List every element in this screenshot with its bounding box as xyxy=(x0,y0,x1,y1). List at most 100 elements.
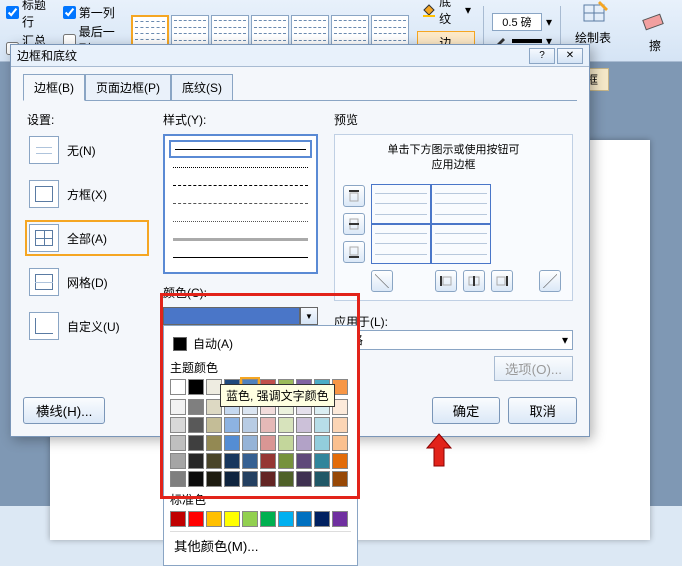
style-solid[interactable] xyxy=(169,140,312,158)
color-swatch[interactable] xyxy=(296,511,312,527)
color-swatch[interactable] xyxy=(314,511,330,527)
check-first-col[interactable]: 第一列 xyxy=(63,4,123,21)
border-top-button[interactable] xyxy=(343,185,365,207)
color-swatch[interactable] xyxy=(224,511,240,527)
more-colors-button[interactable]: 其他颜色(M)... xyxy=(170,531,351,559)
style-list[interactable] xyxy=(163,134,318,274)
ok-button[interactable]: 确定 xyxy=(432,397,501,424)
color-swatch[interactable] xyxy=(188,435,204,451)
style-thick[interactable] xyxy=(169,230,312,248)
color-swatch[interactable] xyxy=(188,471,204,487)
color-swatch[interactable] xyxy=(314,417,330,433)
setting-box[interactable]: 方框(X) xyxy=(27,178,147,210)
bucket-icon xyxy=(421,2,436,18)
color-swatch[interactable] xyxy=(206,511,222,527)
setting-custom[interactable]: 自定义(U) xyxy=(27,310,147,342)
color-swatch[interactable] xyxy=(170,435,186,451)
style-dashdot[interactable] xyxy=(169,194,312,212)
color-swatch[interactable] xyxy=(224,417,240,433)
color-swatch[interactable] xyxy=(206,471,222,487)
style-dotted[interactable] xyxy=(169,158,312,176)
border-diag-up[interactable] xyxy=(539,270,561,292)
eraser-icon xyxy=(640,7,670,35)
border-hmid-button[interactable] xyxy=(343,213,365,235)
color-swatch[interactable] xyxy=(314,471,330,487)
eraser-button[interactable]: 擦 xyxy=(634,5,676,56)
color-swatch[interactable] xyxy=(206,435,222,451)
color-swatch[interactable] xyxy=(242,511,258,527)
color-dropdown-button[interactable]: ▼ xyxy=(300,307,318,325)
color-swatch[interactable] xyxy=(224,471,240,487)
color-swatch[interactable] xyxy=(314,453,330,469)
style-dashdotdot[interactable] xyxy=(169,212,312,230)
color-swatch[interactable] xyxy=(296,435,312,451)
setting-grid[interactable]: 网格(D) xyxy=(27,266,147,298)
preview-table[interactable] xyxy=(371,184,491,264)
color-swatch[interactable] xyxy=(188,379,204,395)
color-swatch[interactable] xyxy=(278,453,294,469)
color-swatch[interactable] xyxy=(278,471,294,487)
color-swatch[interactable] xyxy=(242,417,258,433)
check-header-row[interactable]: 标题行 xyxy=(6,0,55,30)
help-button[interactable]: ? xyxy=(529,48,555,64)
setting-none[interactable]: 无(N) xyxy=(27,134,147,166)
style-dashed[interactable] xyxy=(169,176,312,194)
close-button[interactable]: ✕ xyxy=(557,48,583,64)
tab-page-border[interactable]: 页面边框(P) xyxy=(85,74,171,101)
style-extra[interactable] xyxy=(169,248,312,266)
color-swatch[interactable] xyxy=(170,379,186,395)
color-swatch[interactable] xyxy=(170,511,186,527)
color-swatch[interactable] xyxy=(314,435,330,451)
tab-shading[interactable]: 底纹(S) xyxy=(171,74,233,101)
border-bottom-button[interactable] xyxy=(343,241,365,263)
color-swatch[interactable] xyxy=(224,453,240,469)
border-left-button[interactable] xyxy=(435,270,457,292)
color-swatch[interactable] xyxy=(296,453,312,469)
color-swatch[interactable] xyxy=(332,471,348,487)
color-auto[interactable]: 自动(A) xyxy=(170,332,351,355)
color-swatch[interactable] xyxy=(170,417,186,433)
color-swatch[interactable] xyxy=(278,511,294,527)
color-swatch[interactable] xyxy=(278,435,294,451)
color-swatch[interactable] xyxy=(206,417,222,433)
border-vmid-button[interactable] xyxy=(463,270,485,292)
color-swatch[interactable] xyxy=(296,471,312,487)
shading-dropdown[interactable]: 底纹▾ xyxy=(417,0,475,29)
color-swatch[interactable] xyxy=(170,471,186,487)
color-swatch[interactable] xyxy=(332,435,348,451)
box-icon xyxy=(29,180,59,208)
color-swatch[interactable] xyxy=(188,399,204,415)
color-swatch[interactable] xyxy=(188,417,204,433)
color-swatch[interactable] xyxy=(242,453,258,469)
color-swatch[interactable] xyxy=(260,511,276,527)
color-swatch[interactable] xyxy=(242,435,258,451)
color-swatch[interactable] xyxy=(242,471,258,487)
color-swatch[interactable] xyxy=(332,417,348,433)
color-swatch[interactable] xyxy=(188,511,204,527)
setting-all[interactable]: 全部(A) xyxy=(27,222,147,254)
line-weight[interactable]: ▾ xyxy=(492,13,552,31)
color-swatch[interactable] xyxy=(170,453,186,469)
color-swatch[interactable] xyxy=(170,399,186,415)
color-swatch[interactable] xyxy=(296,417,312,433)
color-swatch[interactable] xyxy=(188,453,204,469)
color-swatch[interactable] xyxy=(278,417,294,433)
color-swatch[interactable] xyxy=(206,453,222,469)
color-swatch[interactable] xyxy=(260,453,276,469)
border-right-button[interactable] xyxy=(491,270,513,292)
options-button[interactable]: 选项(O)... xyxy=(494,356,573,381)
border-diag-down[interactable] xyxy=(371,270,393,292)
annotation-arrow xyxy=(425,432,453,471)
color-swatch[interactable] xyxy=(260,435,276,451)
tab-border[interactable]: 边框(B) xyxy=(23,74,85,101)
color-swatch[interactable] xyxy=(260,471,276,487)
color-swatch[interactable] xyxy=(332,511,348,527)
color-swatch[interactable] xyxy=(260,417,276,433)
cancel-button[interactable]: 取消 xyxy=(508,397,577,424)
settings-heading: 设置: xyxy=(27,111,147,128)
color-swatch[interactable] xyxy=(332,453,348,469)
hline-button[interactable]: 横线(H)... xyxy=(23,397,105,424)
apply-to-dropdown[interactable]: 表格▾ xyxy=(334,330,573,350)
color-swatch[interactable] xyxy=(224,435,240,451)
table-style-gallery[interactable] xyxy=(131,15,409,47)
